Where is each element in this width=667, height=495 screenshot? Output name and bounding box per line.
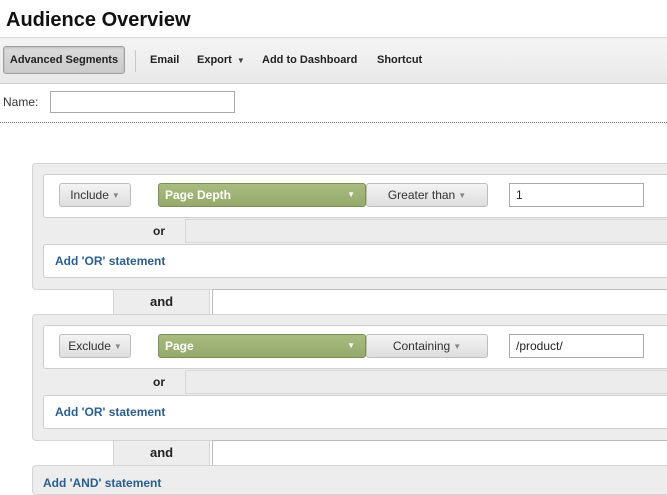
and-connector-field xyxy=(212,440,667,466)
or-connector-strip xyxy=(185,370,667,394)
shortcut-button[interactable]: Shortcut xyxy=(377,54,422,66)
dimension-label: Page Depth xyxy=(165,188,232,202)
caret-down-icon: ▼ xyxy=(347,341,355,350)
add-or-link[interactable]: Add 'OR' statement xyxy=(55,405,165,419)
include-exclude-select[interactable]: Include ▼ xyxy=(59,183,131,207)
email-button[interactable]: Email xyxy=(150,54,179,66)
export-label: Export xyxy=(197,54,232,66)
or-label: or xyxy=(153,375,165,389)
operator-select[interactable]: Containing ▼ xyxy=(366,334,488,358)
dotted-divider xyxy=(0,122,667,123)
caret-down-icon: ▼ xyxy=(347,190,355,199)
caret-down-icon: ▼ xyxy=(111,190,120,200)
caret-down-icon: ▼ xyxy=(113,341,122,351)
segment-name-input[interactable] xyxy=(50,91,235,113)
dimension-select[interactable]: Page ▼ xyxy=(158,334,366,358)
and-connector-2: and xyxy=(0,440,667,466)
include-exclude-select[interactable]: Exclude ▼ xyxy=(59,334,131,358)
condition-row-2: Exclude ▼ Page ▼ Containing ▼ /product/ xyxy=(43,325,667,369)
caret-down-icon: ▼ xyxy=(236,55,245,65)
condition-group-2: Exclude ▼ Page ▼ Containing ▼ /product/ or … xyxy=(32,314,667,441)
add-or-statement[interactable]: Add 'OR' statement xyxy=(43,395,667,429)
mode-label: Exclude xyxy=(68,339,111,353)
condition-group-1: Include ▼ Page Depth ▼ Greater than ▼ 1 or … xyxy=(32,163,667,290)
operator-label: Greater than xyxy=(387,188,456,202)
operator-select[interactable]: Greater than ▼ xyxy=(366,183,488,207)
condition-value-input[interactable]: 1 xyxy=(509,183,644,207)
and-connector-field xyxy=(212,289,667,315)
add-or-statement[interactable]: Add 'OR' statement xyxy=(43,244,667,278)
dimension-select[interactable]: Page Depth ▼ xyxy=(158,183,366,207)
caret-down-icon: ▼ xyxy=(453,341,462,351)
advanced-segments-button[interactable]: Advanced Segments xyxy=(3,46,125,74)
condition-row-1: Include ▼ Page Depth ▼ Greater than ▼ 1 xyxy=(43,174,667,218)
add-and-link[interactable]: Add 'AND' statement xyxy=(43,476,161,490)
page-title: Audience Overview xyxy=(6,9,191,31)
and-label: and xyxy=(150,294,174,309)
dimension-label: Page xyxy=(165,339,194,353)
condition-value-input[interactable]: /product/ xyxy=(509,334,644,358)
toolbar-divider xyxy=(135,50,136,72)
add-or-link[interactable]: Add 'OR' statement xyxy=(55,254,165,268)
add-to-dashboard-button[interactable]: Add to Dashboard xyxy=(262,54,357,66)
or-label: or xyxy=(153,224,165,238)
mode-label: Include xyxy=(70,188,109,202)
export-button[interactable]: Export ▼ xyxy=(197,54,245,66)
advanced-segments-label: Advanced Segments xyxy=(9,54,119,66)
and-connector-1: and xyxy=(0,289,667,315)
name-label: Name: xyxy=(3,95,39,109)
caret-down-icon: ▼ xyxy=(458,190,467,200)
add-and-statement[interactable]: Add 'AND' statement xyxy=(32,465,667,495)
toolbar: Advanced Segments Email Export ▼ Add to D… xyxy=(0,37,667,84)
or-connector-strip xyxy=(185,219,667,243)
and-label: and xyxy=(150,445,174,460)
operator-label: Containing xyxy=(392,339,451,353)
